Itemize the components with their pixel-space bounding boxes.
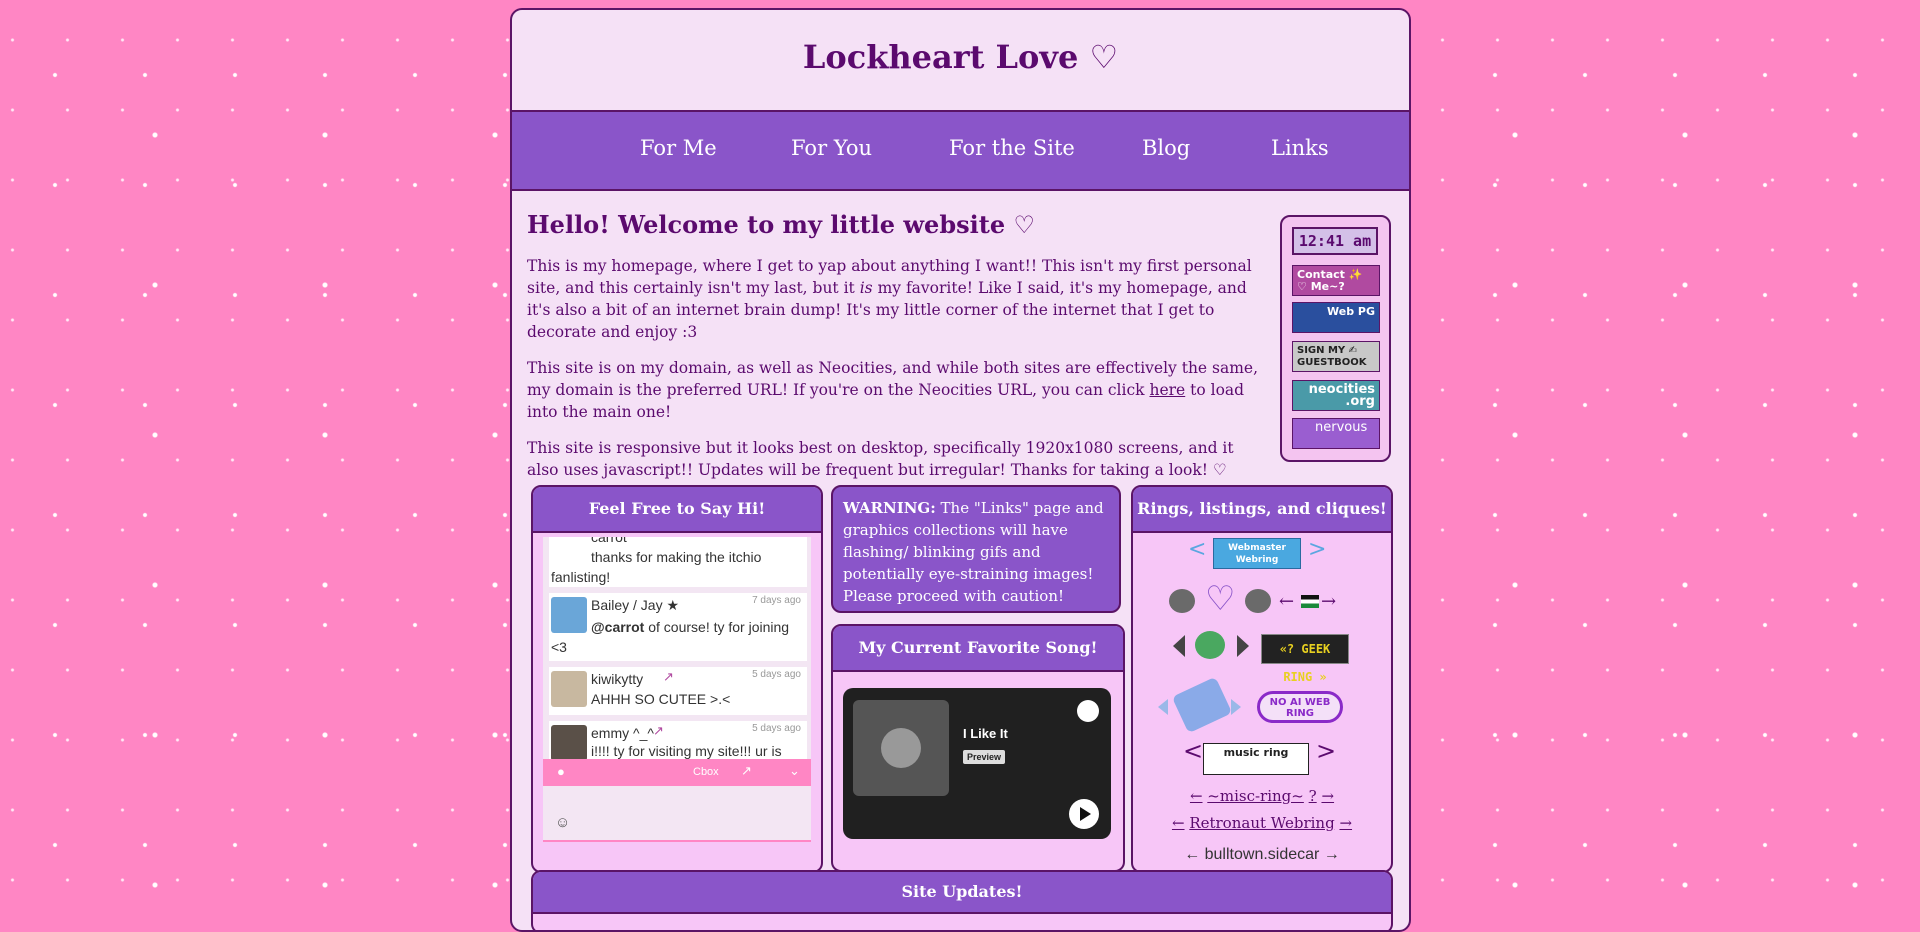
p1-emphasis: is [859,279,873,297]
retro-next-link[interactable]: → [1339,814,1352,832]
nervous-button[interactable]: nervous [1292,418,1380,449]
here-link[interactable]: here [1149,381,1185,399]
message-time: 5 days ago [752,669,801,680]
message-input[interactable]: ☺ [543,786,811,842]
message-text: @carrot of course! ty for joining <3 [551,617,803,657]
play-button[interactable] [1069,799,1099,829]
palestine-next-link[interactable]: → [1321,591,1336,612]
user-icon[interactable]: ● [557,764,565,779]
neocities-button[interactable]: neocities .org [1292,380,1380,411]
book-ring-icon[interactable] [1171,676,1233,734]
retronaut-link[interactable]: Retronaut Webring [1189,814,1334,832]
rings-panel: Rings, listings, and cliques! < Webmaste… [1131,485,1393,873]
palestine-flag-icon [1301,595,1319,608]
partial-name: carrot [591,537,627,545]
track-name: I Like It [963,726,1008,741]
popout-icon[interactable]: ↗ [741,763,752,779]
computer-icon[interactable] [1195,631,1225,659]
album-art [853,700,949,796]
list-item: Bailey / Jay ★ 7 days ago @carrot of cou… [549,593,807,661]
song-title: My Current Favorite Song! [833,626,1123,672]
main-container: Lockheart Love ♡ For Me For You For the … [510,8,1411,932]
collapse-icon[interactable]: ⌄ [789,763,800,779]
nav-blog[interactable]: Blog [1142,136,1190,160]
list-item: emmy ^_^ ↗ 5 days ago i!!!! ty for visit… [549,721,807,761]
avatar [551,671,587,707]
no-ai-webring-button[interactable]: NO AI WEB RING [1257,691,1343,723]
music-prev-link[interactable]: < [1183,737,1203,765]
welcome-paragraph-2: This site is on my domain, as well as Ne… [527,357,1262,423]
share-icon[interactable]: ↗ [663,669,674,685]
cbox-toolbar: ● Cbox ↗ ⌄ [543,759,811,786]
cbox-chat: carrot thanks for making the itchio fanl… [543,537,811,842]
misc-prev-link[interactable]: ← [1190,787,1203,805]
geek-ring-button[interactable]: «? GEEK RING » [1261,634,1349,684]
prev-triangle-icon[interactable] [1173,635,1185,657]
guestbook-button[interactable]: SIGN MY ✍ GUESTBOOK [1292,341,1380,372]
spotify-embed[interactable]: I Like It Preview [843,688,1111,839]
welcome-paragraph-1: This is my homepage, where I get to yap … [527,255,1262,343]
sidebar-buttons-panel: 12:41 am Contact ✨ ♡ Me~? Web PG SIGN MY… [1280,215,1391,462]
message-body: of course! ty for joining <3 [551,619,790,655]
welcome-heading: Hello! Welcome to my little website ♡ [527,210,1035,239]
nav-links[interactable]: Links [1271,136,1329,160]
music-next-link[interactable]: > [1316,737,1336,765]
avatar [551,725,587,761]
webmaster-prev-link[interactable]: < [1188,537,1206,562]
site-updates-panel: Site Updates! [531,870,1393,930]
misc-random-link[interactable]: ? [1309,787,1317,805]
misc-ring-link[interactable]: ~misc-ring~ [1207,787,1304,805]
warning-label: WARNING: [843,499,936,517]
webmaster-webring-button[interactable]: Webmaster Webring [1213,538,1301,569]
emoji-icon[interactable]: ☺ [555,814,570,831]
music-ring-button[interactable]: music ring [1203,743,1309,775]
nav-for-you[interactable]: For You [791,136,872,160]
misc-ring-links: ← ~misc-ring~ ? → [1133,787,1391,805]
message-text: thanks for making the itchio fanlisting! [551,549,762,585]
misc-next-link[interactable]: → [1321,787,1334,805]
mention: @carrot [591,619,645,635]
list-item: kiwikytty ↗ 5 days ago AHHH SO CUTEE >.< [549,667,807,715]
message-text: AHHH SO CUTEE >.< [591,691,731,707]
heart-icon[interactable]: ♡ [1205,579,1235,619]
book-next-icon[interactable] [1231,699,1241,715]
site-title: Lockheart Love ♡ [802,38,1119,76]
preview-badge: Preview [963,750,1006,764]
song-panel: My Current Favorite Song! I Like It Prev… [831,624,1125,872]
message-author: kiwikytty [591,671,644,687]
palestine-prev-link[interactable]: ← [1279,591,1294,612]
heart-right-icon[interactable] [1245,589,1271,613]
retro-prev-link[interactable]: ← [1172,814,1185,832]
heart-left-icon[interactable] [1169,589,1195,613]
web-pg-button[interactable]: Web PG [1292,302,1380,333]
webmaster-next-link[interactable]: > [1308,537,1326,562]
clock-display: 12:41 am [1292,227,1378,255]
nav-for-me[interactable]: For Me [640,136,717,160]
nav-bar: For Me For You For the Site Blog Links [512,110,1409,191]
contact-me-button[interactable]: Contact ✨ ♡ Me~? [1292,265,1380,296]
message-author: emmy ^_^ [591,725,654,741]
book-prev-icon[interactable] [1158,699,1168,715]
rings-title: Rings, listings, and cliques! [1133,487,1391,533]
warning-box: WARNING: The "Links" page and graphics c… [831,485,1121,613]
spotify-icon[interactable] [1077,700,1099,722]
album-emblem-icon [881,728,921,768]
site-updates-title: Site Updates! [533,872,1391,914]
play-icon [1080,807,1091,821]
share-icon[interactable]: ↗ [653,723,664,739]
message-time: 5 days ago [752,723,801,734]
cbox-title: Feel Free to Say Hi! [533,487,821,533]
next-triangle-icon[interactable] [1237,635,1249,657]
cbox-panel: Feel Free to Say Hi! carrot thanks for m… [531,485,823,873]
bulltown-sidecar-link[interactable]: ← bulltown.sidecar → [1133,846,1391,864]
message-author: Bailey / Jay ★ [591,597,680,613]
message-text: i!!!! ty for visiting my site!!! ur is [591,743,782,759]
cbox-label: Cbox [693,766,719,778]
list-item: carrot thanks for making the itchio fanl… [549,537,807,587]
welcome-section: Hello! Welcome to my little website ♡ Th… [527,210,1262,495]
message-time: 7 days ago [752,595,801,606]
nav-for-the-site[interactable]: For the Site [949,136,1075,160]
retronaut-links: ← Retronaut Webring → [1133,814,1391,832]
welcome-paragraph-3: This site is responsive but it looks bes… [527,439,1234,479]
